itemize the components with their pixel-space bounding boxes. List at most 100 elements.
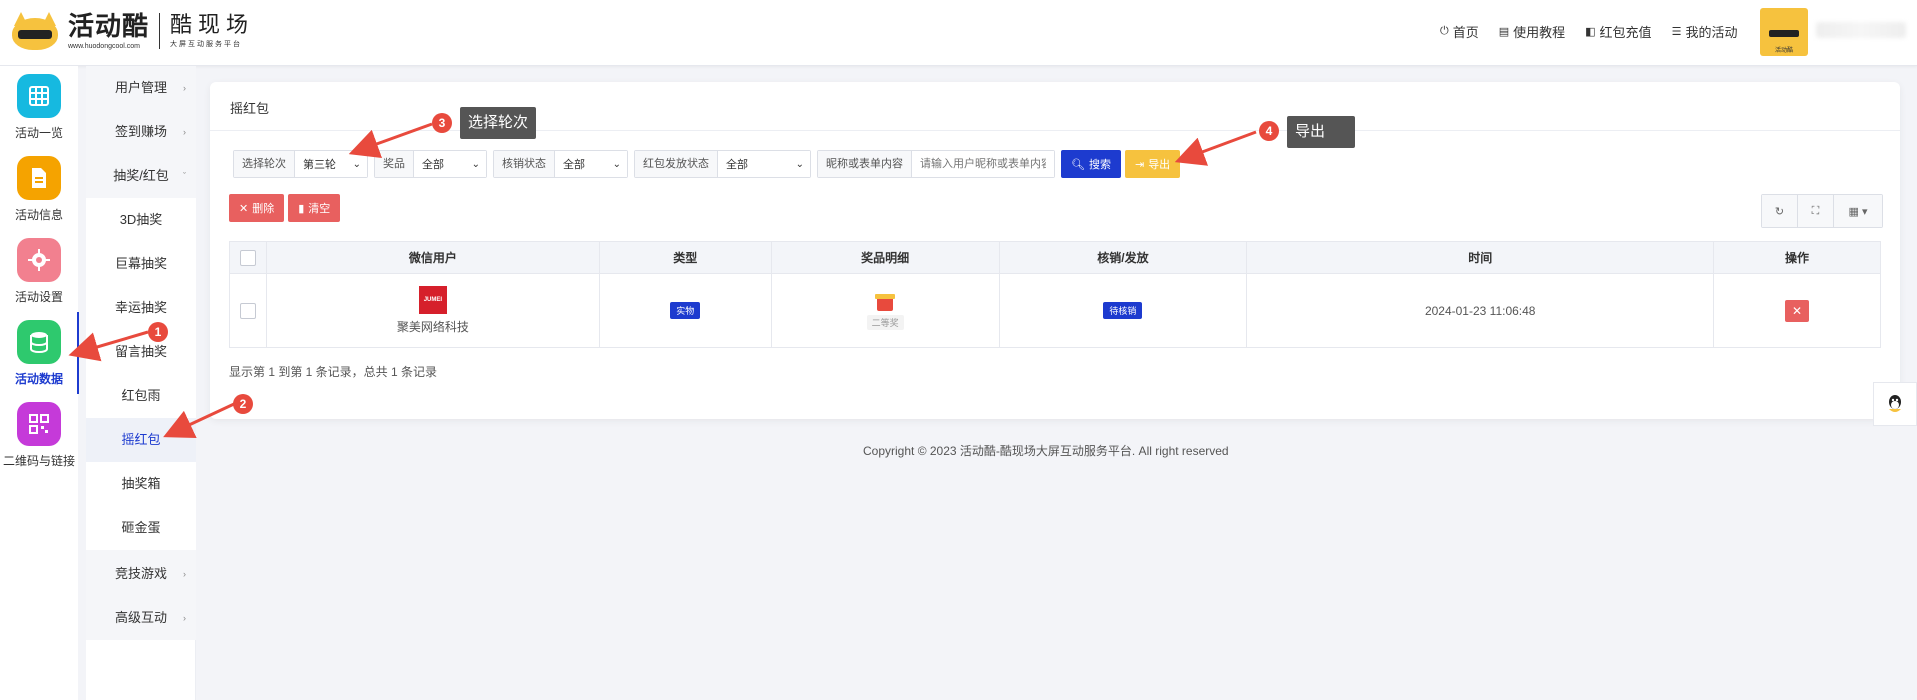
column-header[interactable]: 类型	[598, 241, 772, 274]
round-filter: 选择轮次 第三轮 ⌄	[233, 150, 368, 178]
menu-group-advanced[interactable]: 高级互动 ›	[86, 596, 196, 640]
menu-item-smash-egg[interactable]: 砸金蛋	[86, 506, 196, 550]
menu-group-users[interactable]: 用户管理 ›	[86, 66, 196, 110]
logo-title: 活动酷	[68, 12, 150, 42]
annotation-marker-1: 1	[148, 322, 168, 342]
prize-filter: 奖品 全部 ⌄	[374, 150, 487, 178]
row-delete-button[interactable]: ✕	[1785, 299, 1810, 322]
wallet-icon: ◧	[1585, 26, 1596, 38]
avatar-tag: 活动酷	[1774, 48, 1793, 54]
issue-select-value: 全部	[726, 159, 748, 171]
export-icon: ⇥	[1134, 158, 1145, 171]
iconbar-item-qrcode[interactable]: 二维码与链接	[0, 394, 78, 476]
verify-select[interactable]: 全部 ⌄	[555, 151, 627, 177]
round-select[interactable]: 第三轮 ⌄	[295, 151, 367, 177]
secondary-menu: 用户管理 › 签到赚场 › 抽奖/红包 ˇ 3D抽奖 巨幕抽奖 幸运抽奖 留言抽奖 红…	[86, 66, 196, 700]
iconbar-item-overview[interactable]: 活动一览	[0, 66, 78, 148]
issue-filter: 红包发放状态 全部 ⌄	[634, 150, 811, 178]
export-button-label: 导出	[1148, 159, 1171, 171]
action-bar: ✕ 删除 ▮ 清空	[229, 194, 341, 222]
issue-select[interactable]: 全部 ⌄	[718, 151, 810, 177]
menu-group-label: 高级互动	[114, 610, 167, 625]
nav-home[interactable]: ⏻ 首页	[1440, 22, 1479, 41]
menu-item-red-packet-rain[interactable]: 红包雨	[86, 374, 196, 418]
export-button[interactable]: ⇥ 导出	[1124, 150, 1181, 178]
iconbar-label: 二维码与链接	[2, 454, 75, 468]
select-all-checkbox[interactable]	[239, 249, 256, 266]
table-header-row: 微信用户 类型 奖品明细 核销/发放 时间 操作	[229, 241, 1881, 274]
annotation-marker-2: 2	[233, 394, 253, 414]
logo-sub-title: 酷现场	[170, 13, 255, 38]
iconbar-item-data[interactable]: 活动数据	[0, 312, 79, 394]
annotation-marker-4: 4	[1259, 121, 1279, 141]
column-header[interactable]: 微信用户	[265, 241, 600, 274]
row-select-cell	[229, 273, 267, 348]
chevron-down-icon: ⌄	[795, 158, 804, 170]
menu-item-message-lottery[interactable]: 留言抽奖	[86, 330, 196, 374]
iconbar-item-settings[interactable]: 活动设置	[0, 230, 78, 312]
qrcode-icon	[17, 402, 61, 446]
delete-button[interactable]: ✕ 删除	[229, 194, 285, 222]
column-header[interactable]: 操作	[1713, 241, 1881, 274]
verify-select-value: 全部	[563, 159, 585, 171]
menu-item-3d-lottery[interactable]: 3D抽奖	[86, 198, 196, 242]
top-header: 活动酷 www.huodongcool.com 酷现场 大屏互动服务平台 ⏻ 首页…	[0, 0, 1917, 66]
menu-item-lottery-box[interactable]: 抽奖箱	[86, 462, 196, 506]
iconbar-item-info[interactable]: 活动信息	[0, 148, 78, 230]
type-badge: 实物	[670, 302, 701, 319]
chevron-down-icon: ⌄	[471, 158, 480, 170]
delete-button-label: 删除	[252, 203, 275, 215]
refresh-icon[interactable]: ↻	[1762, 195, 1798, 227]
iconbar-label: 活动数据	[14, 372, 63, 386]
copyright: Copyright © 2023 活动酷-酷现场大屏互动服务平台. All ri…	[863, 444, 1229, 458]
list-icon: ☰	[1671, 26, 1682, 38]
user-avatar: JUMEI	[418, 286, 447, 314]
home-icon: ⏻	[1440, 25, 1449, 37]
keyword-input[interactable]	[912, 151, 1054, 177]
top-nav: ⏻ 首页 ▤ 使用教程 ◧ 红包充值 ☰ 我的活动	[1440, 22, 1737, 41]
column-header[interactable]: 奖品明细	[770, 241, 1000, 274]
chevron-down-icon: ⌄	[612, 158, 621, 170]
issue-label: 红包发放状态	[635, 151, 718, 177]
column-header[interactable]: 核销/发放	[998, 241, 1248, 274]
menu-item-lucky-lottery[interactable]: 幸运抽奖	[86, 286, 196, 330]
nav-my-activities[interactable]: ☰ 我的活动	[1672, 22, 1738, 41]
search-icon: 🔍︎	[1071, 158, 1085, 171]
prize-select-value: 全部	[422, 159, 444, 171]
search-button-label: 搜索	[1088, 159, 1111, 171]
logo[interactable]: 活动酷 www.huodongcool.com 酷现场 大屏互动服务平台	[10, 10, 254, 52]
iconbar-label: 活动一览	[14, 126, 63, 140]
row-checkbox[interactable]	[239, 302, 256, 319]
logo-url: www.huodongcool.com	[68, 43, 140, 50]
column-header[interactable]: 时间	[1246, 241, 1715, 274]
icon-sidebar: 活动一览 活动信息 活动设置 活动数据 二维码与链接	[0, 66, 79, 700]
username-blurred[interactable]	[1816, 22, 1906, 38]
columns-icon[interactable]: ▦ ▾	[1834, 195, 1882, 227]
menu-item-screen-lottery[interactable]: 巨幕抽奖	[86, 242, 196, 286]
fullscreen-icon[interactable]: ⛶	[1798, 195, 1834, 227]
menu-group-label: 抽奖/红包	[113, 168, 169, 183]
prize-select[interactable]: 全部 ⌄	[414, 151, 486, 177]
qq-support-icon[interactable]	[1873, 382, 1917, 426]
nav-recharge[interactable]: ◧ 红包充值	[1585, 22, 1651, 41]
avatar[interactable]: 活动酷	[1760, 8, 1808, 56]
iconbar-label: 活动信息	[14, 208, 63, 222]
book-icon: ▤	[1498, 26, 1510, 38]
menu-group-lottery[interactable]: 抽奖/红包 ˇ	[86, 154, 196, 198]
prize-tag: 二等奖	[866, 315, 904, 330]
annotation-tip-3: 选择轮次	[460, 107, 537, 139]
gear-icon	[17, 238, 61, 282]
nav-my-activities-label: 我的活动	[1685, 25, 1738, 40]
prize-cell: 二等奖	[770, 273, 1000, 348]
menu-item-shake-red-packet[interactable]: 摇红包	[86, 418, 196, 462]
logo-sub-tag: 大屏互动服务平台	[170, 41, 243, 48]
verify-filter: 核销状态 全部 ⌄	[493, 150, 628, 178]
trash-icon: ▮	[298, 202, 305, 215]
clear-button[interactable]: ▮ 清空	[288, 194, 341, 222]
menu-group-checkin[interactable]: 签到赚场 ›	[86, 110, 196, 154]
menu-group-games[interactable]: 竞技游戏 ›	[86, 552, 196, 596]
chevron-right-icon: ›	[183, 127, 186, 137]
keyword-label: 昵称或表单内容	[818, 151, 912, 177]
nav-tutorial[interactable]: ▤ 使用教程	[1499, 22, 1565, 41]
search-button[interactable]: 🔍︎ 搜索	[1061, 150, 1121, 178]
